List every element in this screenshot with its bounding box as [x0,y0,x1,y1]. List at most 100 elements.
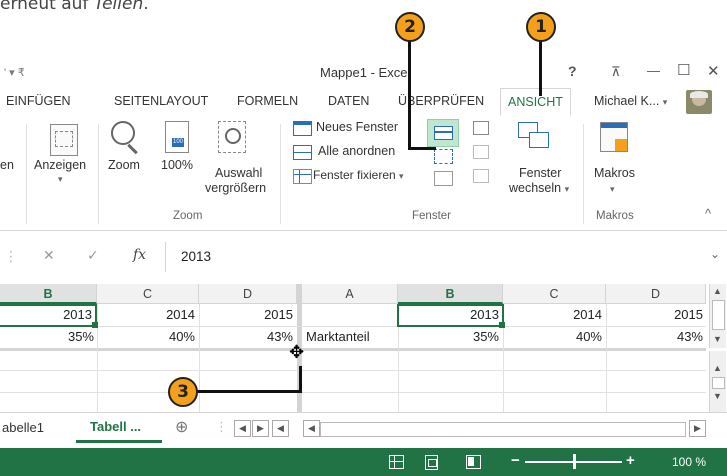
cell-d1-right[interactable]: 2015 [606,307,703,322]
title-bar: ' ▾ ₹ Mappe1 - Excel ? ⊼ — ☐ ✕ [0,58,727,88]
formula-input[interactable]: 2013 [181,249,211,264]
sheet-tab-2[interactable]: Tabell ... [76,413,162,443]
collapse-ribbon-icon[interactable]: ^ [705,206,711,221]
horizontal-split-bar[interactable] [0,348,706,351]
user-name[interactable]: Michael K... ▾ [594,94,667,108]
cell-d1-left[interactable]: 2015 [199,307,293,322]
callout-3-line-horizontal [196,390,302,393]
callout-3: 3 [168,377,198,407]
callout-2-line-horizontal [408,147,436,150]
ribbon: en Anzeigen ▾ Zoom 100 100% Auswahl verg… [0,116,727,231]
avatar[interactable] [686,90,712,114]
zoom-100-icon[interactable]: 100 [165,121,189,153]
show-icon[interactable] [50,124,78,156]
arrange-all-icon[interactable] [293,145,312,160]
col-header-a-right[interactable]: A [302,284,398,304]
scroll-left-icon-2[interactable]: ◀ [272,420,289,437]
col-header-b-right[interactable]: B [398,284,503,304]
callout-2: 2 [395,12,425,42]
show-button[interactable]: Anzeigen [34,158,86,173]
new-window-icon[interactable] [293,121,312,136]
help-icon[interactable]: ? [568,63,577,79]
zoom-selection-icon[interactable] [218,121,246,153]
horizontal-scrollbar[interactable] [320,422,686,437]
switch-windows-label-2[interactable]: wechseln ▾ [509,181,569,197]
col-header-b-left[interactable]: B [0,284,97,304]
formula-bar: ⋮ ✕ ✓ fx 2013 ⌄ [0,242,727,272]
show-dropdown-icon[interactable]: ▾ [58,172,63,187]
freeze-panes-button[interactable]: Fenster fixieren ▾ [313,168,404,184]
zoom-level[interactable]: 100 % [672,455,706,469]
cell-c1-right[interactable]: 2014 [503,307,602,322]
callout-3-line-vertical [299,366,302,392]
cell-b2-right[interactable]: 35% [398,329,499,344]
sheet-tabs-bar: abelle1 Tabell ... ⊕ ⋮ ◀ ▶ ◀ ◀ ▶ [0,412,727,445]
normal-view-icon[interactable] [389,455,404,469]
tab-seitenlayout[interactable]: SEITENLAYOUT [114,94,208,108]
macros-icon[interactable] [600,122,628,152]
zoom-out-button[interactable]: − [511,452,520,469]
page-layout-icon[interactable] [425,455,438,470]
tab-einfuegen[interactable]: EINFÜGEN [6,94,71,108]
status-bar: − + 100 % [0,448,727,476]
cancel-icon[interactable]: ✕ [43,247,55,264]
cell-c2-right[interactable]: 40% [503,329,602,344]
zoom-selection-label-2[interactable]: vergrößern [205,181,266,196]
maximize-button[interactable]: ☐ [677,61,690,79]
tab-daten[interactable]: DATEN [328,94,369,108]
col-header-c-right[interactable]: C [503,284,606,304]
new-window-button[interactable]: Neues Fenster [316,120,398,135]
zoom-button[interactable]: Zoom [108,158,140,173]
cell-b1-left[interactable]: 2013 [0,307,92,322]
hide-window-icon[interactable] [434,149,453,164]
switch-windows-label-1[interactable]: Fenster [519,166,561,181]
move-cursor-icon: ✥ [289,342,305,362]
ribbon-tabs: EINFÜGEN SEITENLAYOUT FORMELN DATEN ÜBER… [0,88,727,117]
vertical-scrollbar-bottom[interactable]: ▲ ▼ [709,351,726,412]
intro-text: erneut auf Teilen. [0,0,149,14]
switch-windows-icon[interactable] [518,122,549,150]
cell-d2-left[interactable]: 43% [199,329,293,344]
quick-access-toolbar[interactable]: ' ▾ ₹ [4,66,25,79]
sync-scroll-icon[interactable] [473,145,489,159]
minimize-button[interactable]: — [647,63,660,78]
hscroll-left-icon[interactable]: ◀ [303,420,320,437]
scroll-left-icon[interactable]: ◀ [234,420,251,437]
macros-group-label: Makros [596,210,634,222]
expand-formula-icon[interactable]: ⌄ [710,247,720,261]
sheet-tab-1[interactable]: abelle1 [2,420,44,435]
reset-position-icon[interactable] [473,169,489,183]
zoom-in-button[interactable]: + [626,452,635,469]
macros-button[interactable]: Makros [594,166,635,181]
zoom-selection-label-1[interactable]: Auswahl [215,166,262,181]
tab-ansicht[interactable]: ANSICHT [500,88,571,116]
ribbon-display-icon[interactable]: ⊼ [611,64,621,80]
unhide-window-icon[interactable] [434,171,453,186]
cell-d2-right[interactable]: 43% [606,329,703,344]
enter-icon[interactable]: ✓ [87,247,99,264]
arrange-all-button[interactable]: Alle anordnen [318,144,395,159]
tab-formeln[interactable]: FORMELN [237,94,298,108]
hscroll-right-icon[interactable]: ▶ [689,420,706,437]
scroll-right-icon[interactable]: ▶ [252,420,269,437]
magnifier-icon[interactable] [111,121,135,145]
col-header-c-left[interactable]: C [97,284,199,304]
function-icon[interactable]: fx [133,247,146,263]
cell-b2-left[interactable]: 35% [0,329,94,344]
cell-a2-right[interactable]: Marktanteil [306,329,398,344]
macros-dropdown-icon[interactable]: ▾ [610,182,615,197]
cell-b1-right[interactable]: 2013 [398,307,499,322]
cell-c2-left[interactable]: 40% [97,329,195,344]
vertical-scrollbar-top[interactable]: ▲ ▼ [709,284,726,348]
freeze-panes-icon[interactable] [293,169,312,184]
close-button[interactable]: ✕ [707,62,720,80]
page-break-icon[interactable] [466,455,481,469]
zoom-slider-thumb[interactable] [573,454,576,469]
side-by-side-icon[interactable] [473,121,489,135]
split-button[interactable] [427,119,459,147]
zoom-100-button[interactable]: 100% [161,158,193,173]
cell-c1-left[interactable]: 2014 [97,307,195,322]
add-sheet-icon[interactable]: ⊕ [175,417,188,437]
col-header-d-left[interactable]: D [199,284,297,304]
col-header-d-right[interactable]: D [606,284,706,304]
